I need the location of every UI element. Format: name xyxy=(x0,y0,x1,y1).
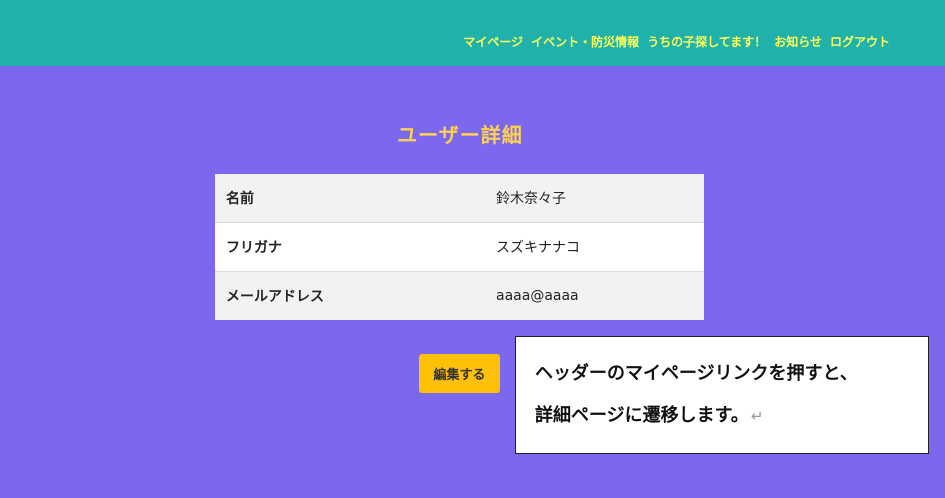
table-row: メールアドレス aaaa@aaaa xyxy=(215,271,704,320)
nav-link-mypage[interactable]: マイページ xyxy=(463,33,523,50)
table-row: フリガナ スズキナナコ xyxy=(215,222,704,272)
row-value-name: 鈴木奈々子 xyxy=(485,174,704,223)
nav-link-lost-pets[interactable]: うちの子探してます！ xyxy=(647,33,766,50)
page-title: ユーザー詳細 xyxy=(397,123,523,147)
table-row: 名前 鈴木奈々子 xyxy=(215,174,704,223)
annotation-line-2: 詳細ページに遷移します。 xyxy=(535,405,749,426)
nav-link-logout[interactable]: ログアウト xyxy=(830,33,890,50)
row-value-email: aaaa@aaaa xyxy=(485,271,704,320)
row-label-furigana: フリガナ xyxy=(215,222,485,272)
nav-link-events[interactable]: イベント・防災情報 xyxy=(531,33,639,50)
user-detail-table: 名前 鈴木奈々子 フリガナ スズキナナコ メールアドレス aaaa@aaaa xyxy=(215,174,704,320)
annotation-line-2-wrap: 詳細ページに遷移します。 ↵ xyxy=(535,395,928,437)
header-nav: マイページ イベント・防災情報 うちの子探してます！ お知らせ ログアウト xyxy=(463,33,890,50)
row-value-furigana: スズキナナコ xyxy=(485,222,704,272)
row-label-name: 名前 xyxy=(215,174,485,223)
annotation-callout: ヘッダーのマイページリンクを押すと、 詳細ページに遷移します。 ↵ xyxy=(515,336,929,454)
header-bar: マイページ イベント・防災情報 うちの子探してます！ お知らせ ログアウト xyxy=(0,0,945,66)
row-label-email: メールアドレス xyxy=(215,271,485,320)
return-mark-icon: ↵ xyxy=(750,407,764,425)
edit-button[interactable]: 編集する xyxy=(419,354,500,393)
nav-link-news[interactable]: お知らせ xyxy=(774,33,822,50)
annotation-line-1: ヘッダーのマイページリンクを押すと、 xyxy=(535,363,858,384)
